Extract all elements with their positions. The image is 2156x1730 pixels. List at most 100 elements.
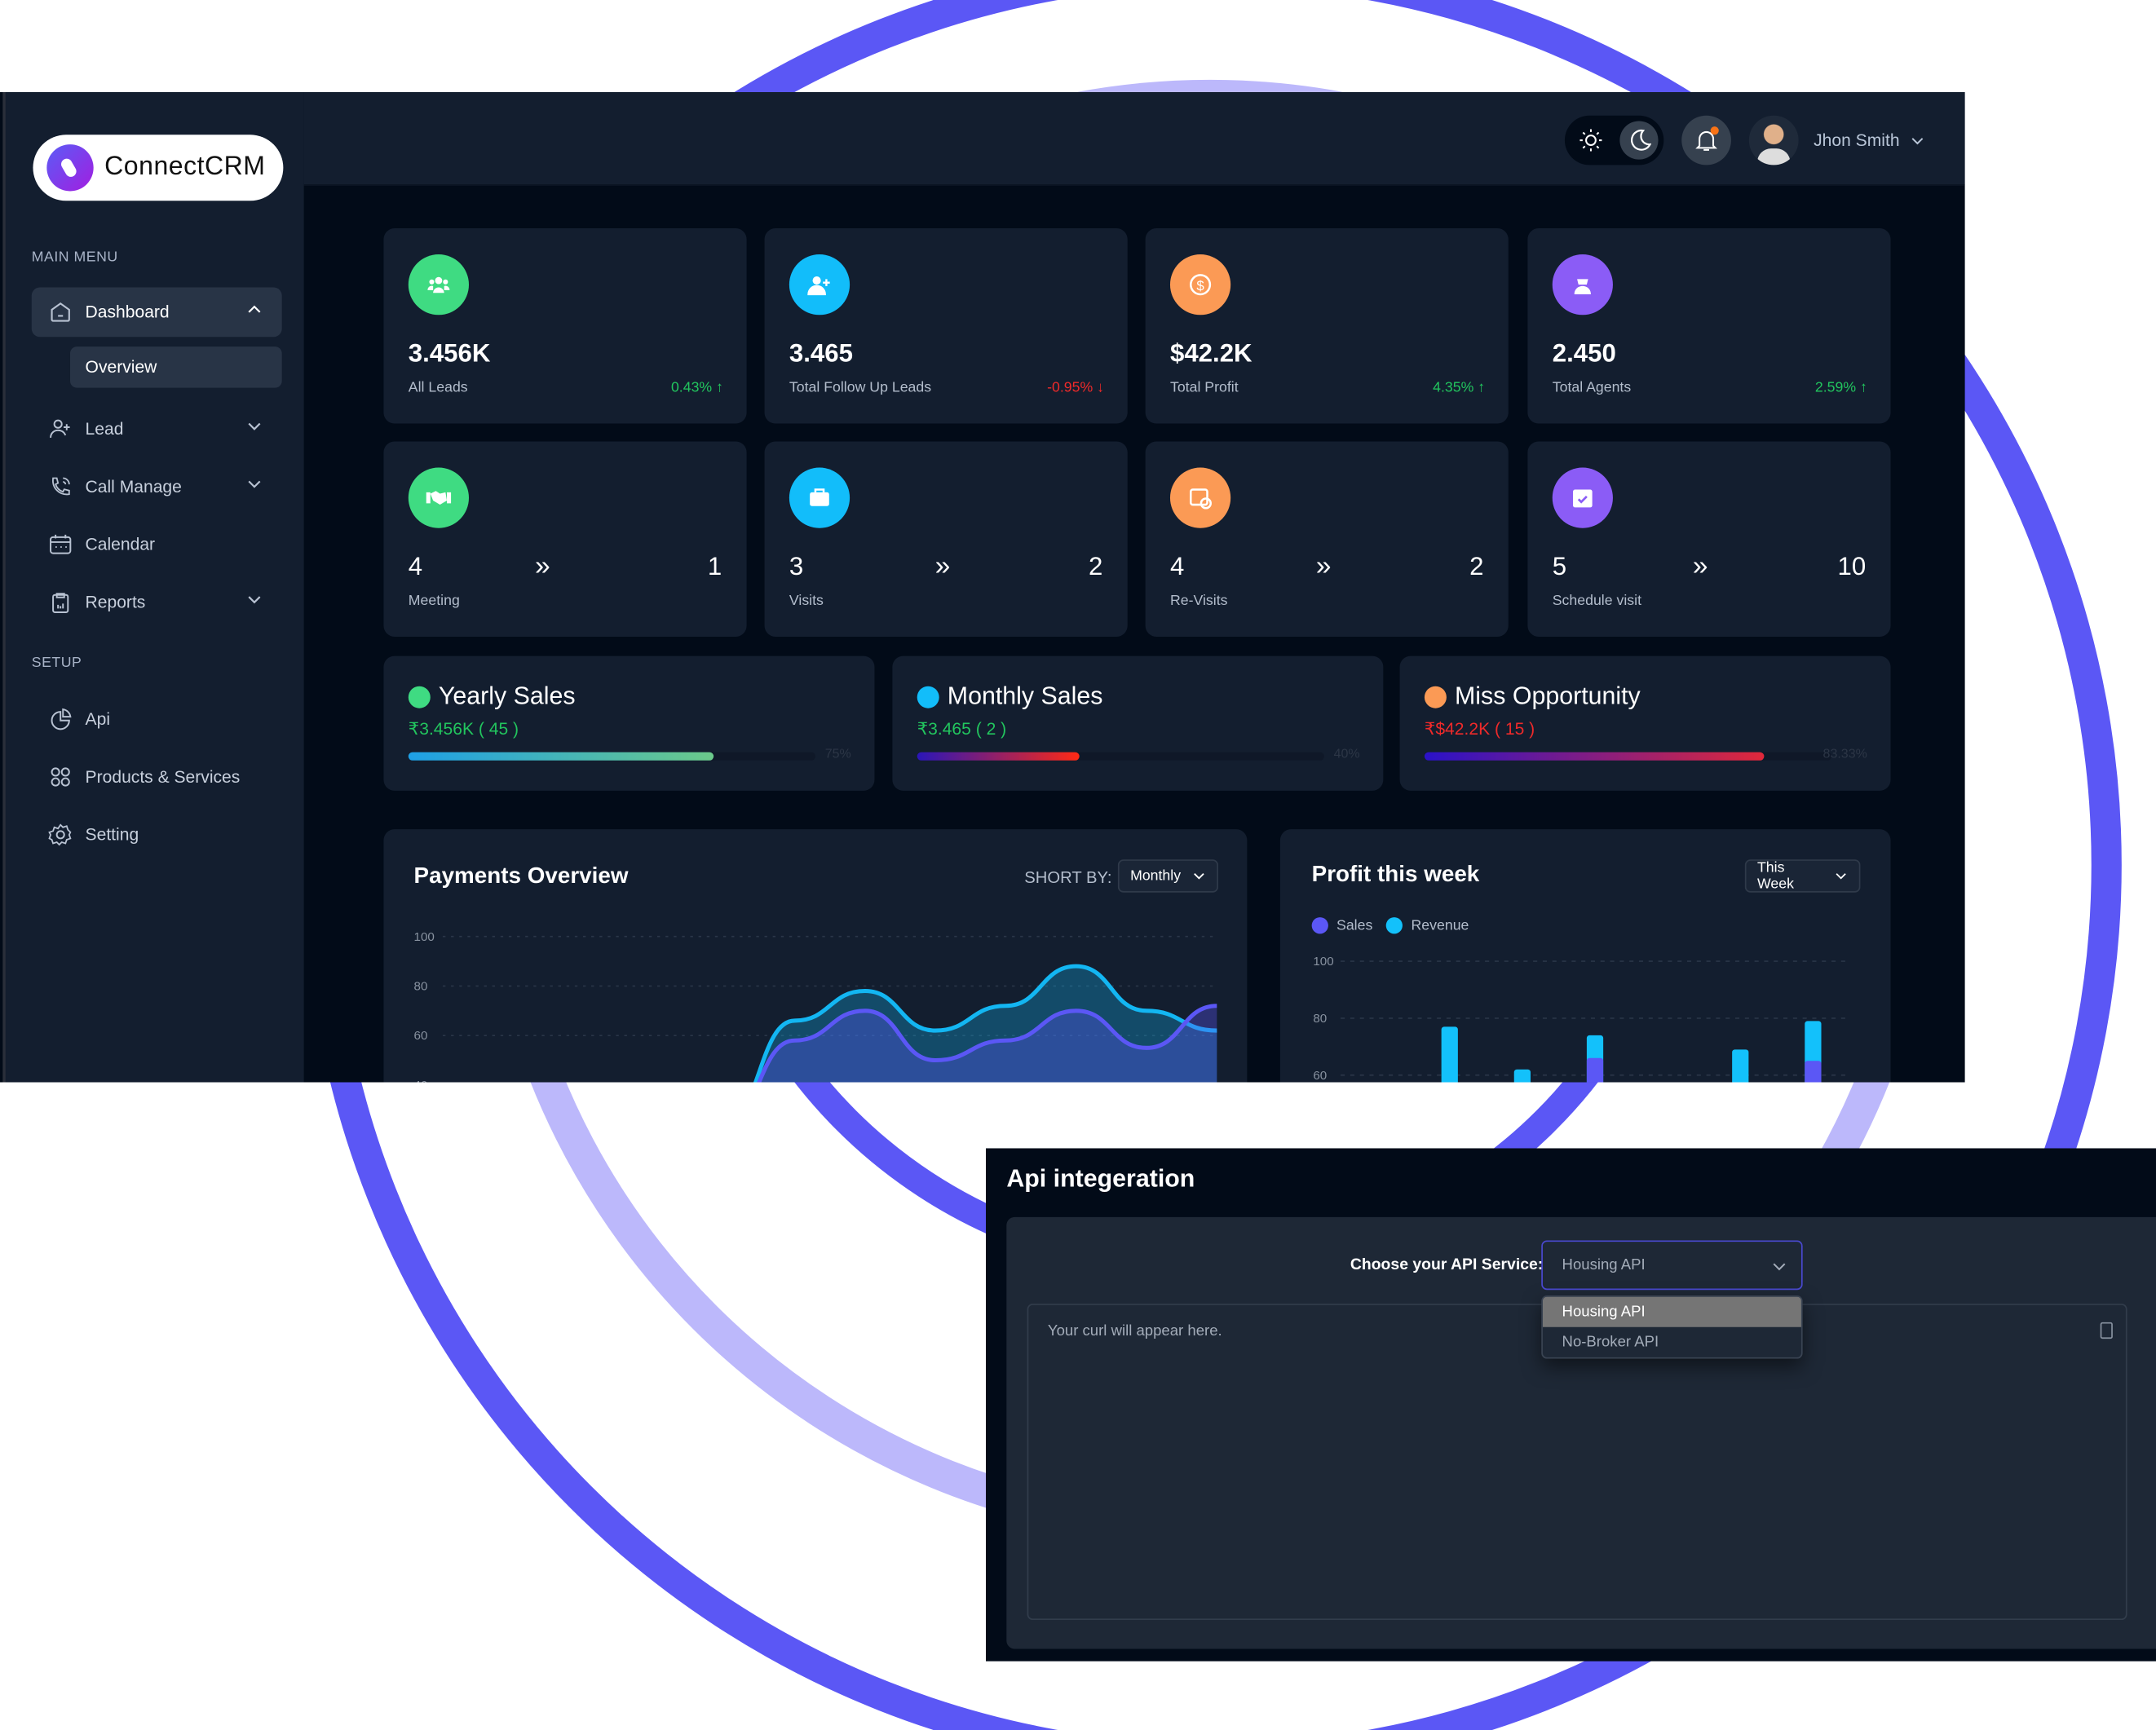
phone-call-icon xyxy=(52,477,70,496)
sidebar-item-reports[interactable]: Reports xyxy=(32,577,282,627)
sales-bar xyxy=(1805,1061,1822,1083)
double-chevron-right-icon: » xyxy=(934,551,951,582)
activity-from: 4 xyxy=(408,551,423,580)
sidebar-item-setting[interactable]: Setting xyxy=(32,810,282,860)
briefcase-icon xyxy=(789,467,850,528)
profit-week-card: Profit this week This Week Sales Revenue… xyxy=(1279,829,1891,1083)
brand-logo[interactable]: ConnectCRM xyxy=(33,135,284,201)
arrow-down-icon: ↓ xyxy=(1097,379,1105,396)
moon-icon[interactable] xyxy=(1619,121,1659,160)
sun-icon[interactable] xyxy=(1579,128,1603,152)
sidebar-item-label: Calendar xyxy=(85,535,156,554)
user-add-icon xyxy=(789,254,850,316)
activity-card[interactable]: 3 » 2 Visits xyxy=(764,441,1128,637)
y-tick-label: 100 xyxy=(1313,955,1333,969)
stat-change: 0.43% ↑ xyxy=(671,380,723,396)
trend-icon xyxy=(408,686,431,708)
theme-toggle[interactable] xyxy=(1564,115,1664,165)
stat-label: Total Follow Up Leads xyxy=(789,379,932,396)
sidebar-item-label: Lead xyxy=(85,419,124,439)
sidebar-item-label: Products & Services xyxy=(85,767,241,787)
copy-icon[interactable] xyxy=(2100,1322,2114,1339)
stat-value: $42.2K xyxy=(1169,338,1253,368)
calendar-icon xyxy=(50,534,72,554)
progress-percent: 40% xyxy=(1333,746,1360,762)
stat-label: Total Agents xyxy=(1552,379,1632,396)
y-tick-label: 40 xyxy=(414,1079,428,1083)
sidebar: ConnectCRM MAIN MENU Dashboard Overview … xyxy=(2,92,304,1083)
activity-card[interactable]: 5 » 10 Schedule visit xyxy=(1527,441,1891,637)
stat-change-value: 4.35% xyxy=(1433,379,1474,396)
avatar[interactable] xyxy=(1748,115,1799,165)
agent-icon xyxy=(1552,254,1613,316)
payments-overview-card: Payments Overview SHORT BY: Monthly 100 8… xyxy=(383,829,1248,1083)
option-housing-api[interactable]: Housing API xyxy=(1542,1296,1801,1327)
activity-to: 10 xyxy=(1837,551,1867,580)
sales-title: Yearly Sales xyxy=(438,682,576,710)
stat-label: All Leads xyxy=(408,379,468,396)
brand-name: ConnectCRM xyxy=(104,152,266,182)
progress-percent: 83.33% xyxy=(1822,746,1867,762)
users-group-icon xyxy=(408,254,470,316)
sales-summary-card: Yearly Sales ₹3.456K ( 45 ) 75% xyxy=(383,655,875,791)
arrow-up-icon: ↑ xyxy=(1860,379,1867,396)
progress-bar xyxy=(1424,752,1832,761)
activity-to: 2 xyxy=(1469,551,1484,580)
sales-title: Miss Opportunity xyxy=(1455,682,1641,710)
sidebar-item-lead[interactable]: Lead xyxy=(32,404,282,454)
clipboard-chart-icon xyxy=(52,593,69,613)
calendar-repeat-icon xyxy=(1169,467,1231,528)
stat-change-value: 2.59% xyxy=(1814,379,1857,396)
y-tick-label: 60 xyxy=(414,1029,428,1043)
choose-api-label: Choose your API Service: xyxy=(1350,1256,1544,1273)
sales-summary-card: Miss Opportunity ₹$42.2K ( 15 ) 83.33% xyxy=(1399,655,1891,791)
stat-label: Total Profit xyxy=(1169,379,1239,396)
chevron-down-icon[interactable] xyxy=(1910,134,1925,149)
progress-bar xyxy=(917,752,1324,761)
sales-summary-card: Monthly Sales ₹3.465 ( 2 ) 40% xyxy=(892,655,1384,791)
user-name[interactable]: Jhon Smith xyxy=(1814,130,1899,150)
progress-fill xyxy=(408,752,714,761)
sidebar-item-calendar[interactable]: Calendar xyxy=(32,520,282,570)
api-service-select[interactable]: Housing API xyxy=(1541,1240,1803,1291)
option-no-broker-api[interactable]: No-Broker API xyxy=(1543,1327,1801,1357)
api-card: Choose your API Service: Your curl will … xyxy=(1006,1216,2156,1649)
stat-card[interactable]: 2.450 Total Agents 2.59% ↑ xyxy=(1527,228,1891,424)
sidebar-item-label: Call Manage xyxy=(85,477,182,496)
stat-card[interactable]: $ $42.2K Total Profit 4.35% ↑ xyxy=(1145,228,1509,424)
sidebar-item-call-manage[interactable]: Call Manage xyxy=(32,462,282,512)
activity-label: Schedule visit xyxy=(1552,593,1642,610)
sales-title: Monthly Sales xyxy=(947,682,1103,710)
sidebar-item-label: Setting xyxy=(85,825,139,845)
sidebar-item-dashboard[interactable]: Dashboard xyxy=(31,287,282,338)
activity-to: 1 xyxy=(707,551,722,580)
svg-text:$: $ xyxy=(1196,278,1204,293)
api-title: Api integeration xyxy=(1006,1164,1195,1193)
notification-button[interactable] xyxy=(1681,115,1731,165)
api-integration-panel: Api integeration Choose your API Service… xyxy=(986,1148,2156,1662)
trend-icon xyxy=(1424,686,1447,708)
grid-circles-icon xyxy=(51,767,70,787)
sidebar-item-api[interactable]: Api xyxy=(32,695,282,744)
stat-card[interactable]: 3.456K All Leads 0.43% ↑ xyxy=(383,228,747,424)
setup-heading: SETUP xyxy=(31,654,82,672)
progress-bar xyxy=(408,752,815,761)
curl-placeholder: Your curl will appear here. xyxy=(1047,1322,1222,1339)
notification-dot xyxy=(1710,126,1719,135)
progress-fill xyxy=(917,752,1080,761)
arrow-up-icon: ↑ xyxy=(1478,379,1486,396)
activity-card[interactable]: 4 » 1 Meeting xyxy=(383,441,747,637)
activity-card[interactable]: 4 » 2 Re-Visits xyxy=(1145,441,1509,637)
revenue-bar xyxy=(1441,1026,1458,1083)
activity-from: 3 xyxy=(789,551,804,580)
y-tick-label: 100 xyxy=(414,930,435,944)
stat-card[interactable]: 3.465 Total Follow Up Leads -0.95% ↓ xyxy=(764,228,1128,424)
sidebar-item-products-services[interactable]: Products & Services xyxy=(32,752,282,802)
activity-label: Meeting xyxy=(408,593,460,610)
activity-label: Re-Visits xyxy=(1169,593,1228,610)
trend-icon xyxy=(917,686,939,708)
sidebar-item-overview[interactable]: Overview xyxy=(69,346,282,388)
revenue-bar xyxy=(1513,1069,1531,1083)
api-service-value: Housing API xyxy=(1562,1256,1646,1273)
activity-label: Visits xyxy=(789,593,824,610)
